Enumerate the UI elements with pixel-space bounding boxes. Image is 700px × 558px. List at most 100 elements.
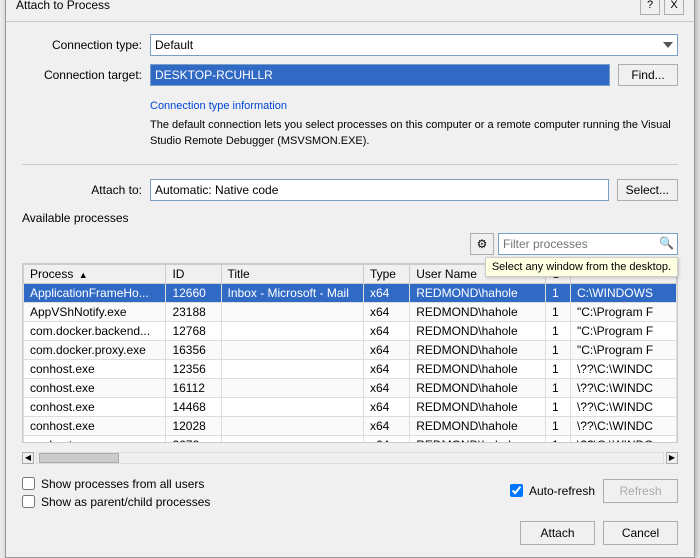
refresh-button[interactable]: Refresh: [603, 479, 678, 503]
col-type[interactable]: Type: [363, 264, 409, 283]
table-cell: x64: [363, 359, 409, 378]
attach-to-input[interactable]: [150, 179, 609, 201]
table-cell: x64: [363, 321, 409, 340]
find-button[interactable]: Find...: [618, 64, 678, 86]
filter-input[interactable]: [498, 233, 678, 255]
show-all-users-row: Show processes from all users: [22, 477, 210, 491]
process-table-container[interactable]: Process ▲ ID Title Type User Name S Appl…: [22, 263, 678, 443]
filter-wrap: 🔍 Select any window from the desktop.: [498, 233, 678, 255]
hscroll-thumb[interactable]: [39, 453, 119, 463]
table-cell: com.docker.proxy.exe: [24, 340, 166, 359]
table-row[interactable]: conhost.exe12028x64REDMOND\hahole1\??\C:…: [24, 416, 677, 435]
table-row[interactable]: conhost.exe16112 x64REDMOND\hahole1\??\C:…: [24, 378, 677, 397]
connection-type-label: Connection type:: [22, 38, 142, 52]
attach-button[interactable]: Attach: [520, 521, 595, 545]
sort-arrow-process: ▲: [79, 270, 88, 280]
table-cell: 2672: [166, 435, 221, 443]
table-cell: x64: [363, 283, 409, 302]
table-cell: 1: [546, 416, 571, 435]
connection-target-input[interactable]: [150, 64, 610, 86]
attach-to-label: Attach to:: [22, 183, 142, 197]
show-parent-child-label: Show as parent/child processes: [41, 495, 210, 509]
table-cell: 14468: [166, 397, 221, 416]
table-cell: \??\C:\WINDC: [570, 397, 676, 416]
available-processes-header: Available processes: [22, 211, 678, 225]
table-cell: x64: [363, 302, 409, 321]
title-bar: Attach to Process ? X: [6, 0, 694, 22]
table-cell: REDMOND\hahole: [410, 397, 546, 416]
auto-refresh-checkbox[interactable]: [510, 484, 523, 497]
table-cell: 12028: [166, 416, 221, 435]
help-button[interactable]: ?: [640, 0, 660, 15]
col-id[interactable]: ID: [166, 264, 221, 283]
table-cell: 1: [546, 359, 571, 378]
table-cell: 1: [546, 378, 571, 397]
table-cell: x64: [363, 340, 409, 359]
table-cell: x64: [363, 435, 409, 443]
table-row[interactable]: conhost.exe14468x64REDMOND\hahole1\??\C:…: [24, 397, 677, 416]
select-window-button[interactable]: ⚙: [470, 233, 494, 255]
table-cell: \??\C:\WINDC: [570, 416, 676, 435]
table-cell: 12660: [166, 283, 221, 302]
connection-type-row: Connection type: Default: [22, 34, 678, 56]
connection-target-row: Connection target: Find...: [22, 64, 678, 86]
scroll-left-btn[interactable]: ◀: [22, 452, 34, 464]
table-cell: REDMOND\hahole: [410, 321, 546, 340]
table-cell: [221, 435, 363, 443]
show-parent-child-row: Show as parent/child processes: [22, 495, 210, 509]
process-table-body: ApplicationFrameHo...12660Inbox - Micros…: [24, 283, 677, 443]
table-cell: ApplicationFrameHo...: [24, 283, 166, 302]
table-row[interactable]: ApplicationFrameHo...12660Inbox - Micros…: [24, 283, 677, 302]
col-title[interactable]: Title: [221, 264, 363, 283]
table-cell: 12356: [166, 359, 221, 378]
table-cell: \??\C:\WINDC: [570, 435, 676, 443]
table-cell: 1: [546, 302, 571, 321]
table-cell: conhost.exe: [24, 378, 166, 397]
table-cell: Inbox - Microsoft - Mail: [221, 283, 363, 302]
dialog-title: Attach to Process: [16, 0, 110, 12]
table-cell: "C:\Program F: [570, 321, 676, 340]
dialog-content: Connection type: Default Connection targ…: [6, 22, 694, 557]
cancel-button[interactable]: Cancel: [603, 521, 678, 545]
table-row[interactable]: com.docker.backend...12768x64REDMOND\hah…: [24, 321, 677, 340]
show-parent-child-checkbox[interactable]: [22, 495, 35, 508]
table-cell: 16356: [166, 340, 221, 359]
filter-bar: ⚙ 🔍 Select any window from the desktop.: [22, 233, 678, 255]
title-bar-controls: ? X: [640, 0, 684, 15]
attach-to-process-dialog: Attach to Process ? X Connection type: D…: [5, 0, 695, 558]
connection-info-box: Connection type information The default …: [150, 94, 678, 154]
hscroll-row: ◀ ▶: [22, 451, 678, 465]
divider-1: [22, 164, 678, 165]
table-cell: 1: [546, 283, 571, 302]
table-row[interactable]: AppVShNotify.exe23188x64REDMOND\hahole1"…: [24, 302, 677, 321]
table-row[interactable]: conhost.exe2672x64REDMOND\hahole1\??\C:\…: [24, 435, 677, 443]
refresh-section: Auto-refresh Refresh: [510, 479, 678, 503]
col-process[interactable]: Process ▲: [24, 264, 166, 283]
table-cell: [221, 302, 363, 321]
bottom-section: Show processes from all users Show as pa…: [22, 473, 678, 509]
table-cell: \??\C:\WINDC: [570, 378, 676, 397]
table-cell: [221, 416, 363, 435]
table-cell: "C:\Program F: [570, 302, 676, 321]
hscrollbar[interactable]: [36, 452, 664, 464]
show-all-users-checkbox[interactable]: [22, 477, 35, 490]
scroll-right-btn[interactable]: ▶: [666, 452, 678, 464]
table-cell: conhost.exe: [24, 397, 166, 416]
table-cell: REDMOND\hahole: [410, 416, 546, 435]
select-button[interactable]: Select...: [617, 179, 678, 201]
table-cell: 16112: [166, 378, 221, 397]
table-cell: conhost.exe: [24, 435, 166, 443]
checkbox-options: Show processes from all users Show as pa…: [22, 477, 210, 509]
table-cell: REDMOND\hahole: [410, 378, 546, 397]
table-cell: 12768: [166, 321, 221, 340]
connection-type-select[interactable]: Default: [150, 34, 678, 56]
close-button[interactable]: X: [664, 0, 684, 15]
auto-refresh-row: Auto-refresh: [510, 484, 595, 498]
table-row[interactable]: com.docker.proxy.exe16356x64REDMOND\haho…: [24, 340, 677, 359]
table-row[interactable]: conhost.exe12356x64REDMOND\hahole1\??\C:…: [24, 359, 677, 378]
table-cell: x64: [363, 378, 409, 397]
table-cell: REDMOND\hahole: [410, 435, 546, 443]
table-cell: x64: [363, 416, 409, 435]
table-cell: REDMOND\hahole: [410, 302, 546, 321]
table-cell: [221, 397, 363, 416]
